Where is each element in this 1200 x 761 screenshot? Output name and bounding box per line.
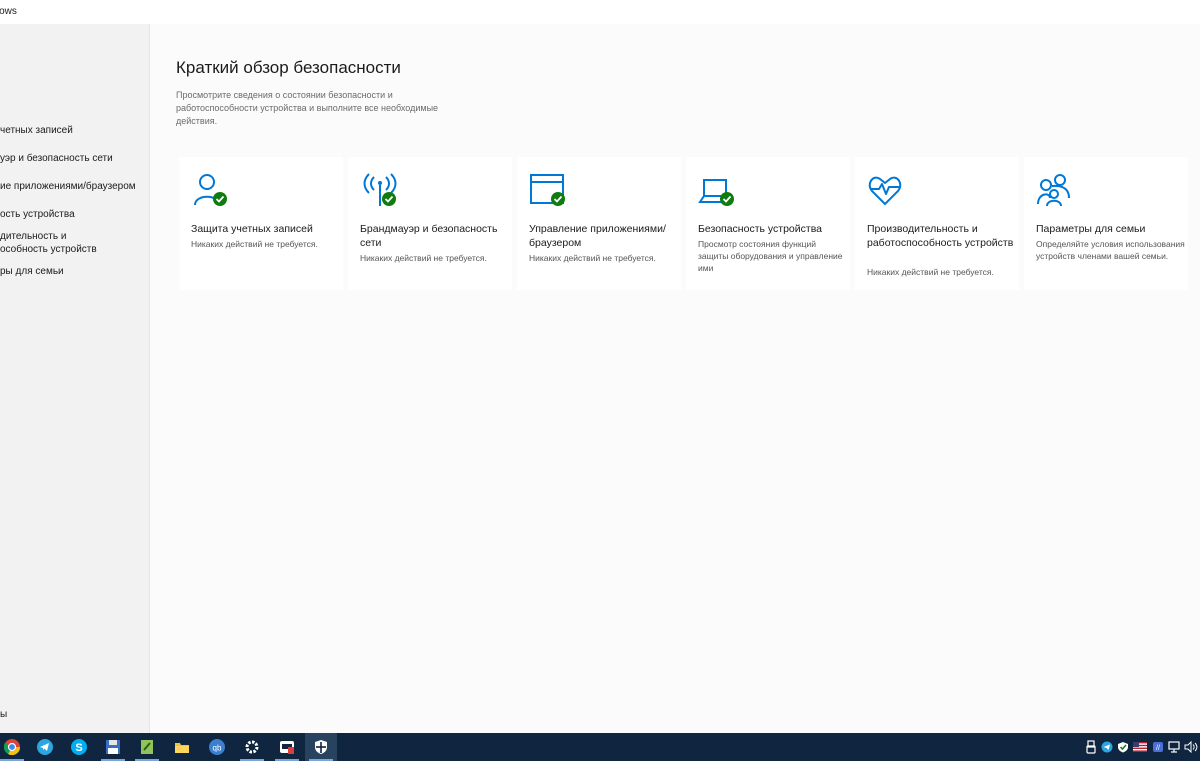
telegram-icon[interactable] [29,733,61,761]
sidebar-item-app-browser[interactable]: ие приложениями/браузером [0,180,149,193]
family-icon [1037,174,1070,207]
sidebar-item-label: уэр и безопасность сети [0,153,113,164]
card-status: Никаких действий не требуется. [529,253,656,263]
sidebar-item-label: ие приложениями/браузером [0,181,136,192]
check-badge-icon [720,192,734,206]
card-title: Защита учетных записей [191,223,313,235]
store-icon[interactable] [271,733,303,761]
heart-pulse-icon [868,176,902,205]
chrome-icon[interactable] [0,733,28,761]
sidebar-item-settings[interactable]: ы [0,708,149,721]
window-title: ndows [0,6,17,17]
sidebar-item-label: четных записей [0,125,73,136]
volume-icon[interactable] [1183,733,1199,761]
page-title: Краткий обзор безопасности [176,58,401,77]
skype-icon[interactable]: S [63,733,95,761]
title-bar: ndows [0,0,1200,24]
security-tray-icon[interactable] [1116,733,1130,761]
card-title: Брандмауэр и безопасность сети [360,223,498,249]
sidebar-item-family[interactable]: ры для семьи [0,265,149,278]
svg-text://: // [1156,745,1160,752]
card-description: Определяйте условия использования устрой… [1036,239,1185,261]
language-flag-icon[interactable] [1132,733,1148,761]
app-browser-window-icon [530,174,565,206]
sidebar-item-device-security[interactable]: ость устройства [0,208,149,221]
sidebar-item-label: дительность и [0,231,67,242]
usb-device-icon[interactable] [1084,733,1098,761]
page-description: Просмотрите сведения о состоянии безопас… [176,90,439,126]
svg-text:S: S [75,742,82,754]
laptop-icon [698,179,734,206]
file-explorer-icon[interactable] [166,733,198,761]
sidebar-item-label: ость устройства [0,209,75,220]
sidebar-item-account-protection[interactable]: четных записей [0,124,149,137]
app-tray-icon[interactable]: // [1151,733,1165,761]
floppy-disk-icon[interactable] [97,733,129,761]
sidebar-item-device-performance[interactable]: дительность и особность устройств [0,230,149,256]
card-title: Безопасность устройства [698,223,822,235]
card-device-security[interactable]: Безопасность устройства Просмотр состоян… [686,157,850,290]
sidebar-item-label: ры для семьи [0,266,64,277]
qbittorrent-icon[interactable]: qb [201,733,233,761]
card-status: Никаких действий не требуется. [360,253,487,263]
network-monitor-icon[interactable] [1167,733,1181,761]
card-device-performance[interactable]: Производительность и работоспособность у… [855,157,1019,290]
card-status: Никаких действий не требуется. [191,239,318,249]
sidebar-item-firewall[interactable]: уэр и безопасность сети [0,152,149,165]
sidebar-item-label: ы [0,709,8,720]
check-badge-icon [551,192,565,206]
sidebar-nav: четных записей уэр и безопасность сети и… [0,24,150,733]
taskbar: S qb // [0,733,1200,761]
check-badge-icon [213,192,227,206]
card-title: Производительность и работоспособность у… [867,223,1014,249]
card-status: Никаких действий не требуется. [867,267,994,277]
account-protection-icon [194,174,227,206]
card-family[interactable]: Параметры для семьи Определяйте условия … [1024,157,1188,290]
main-content: Краткий обзор безопасности Просмотрите с… [151,24,1200,733]
sidebar-item-label-line2: особность устройств [0,244,97,255]
telegram-tray-icon[interactable] [1100,733,1114,761]
windows-security-shield-icon[interactable] [305,733,337,761]
card-app-browser[interactable]: Управление приложениями/браузером Никаки… [517,157,681,290]
card-account-protection[interactable]: Защита учетных записей Никаких действий … [179,157,343,290]
svg-text:qb: qb [213,744,222,753]
settings-gear-icon[interactable] [236,733,268,761]
notepad-plus-icon[interactable] [131,733,163,761]
card-title: Параметры для семьи [1036,223,1146,235]
card-description: Просмотр состояния функций защиты оборуд… [698,239,843,273]
card-title: Управление приложениями/браузером [529,223,666,249]
firewall-antenna-icon [363,173,397,206]
check-badge-icon [382,192,396,206]
card-firewall[interactable]: Брандмауэр и безопасность сети Никаких д… [348,157,512,290]
